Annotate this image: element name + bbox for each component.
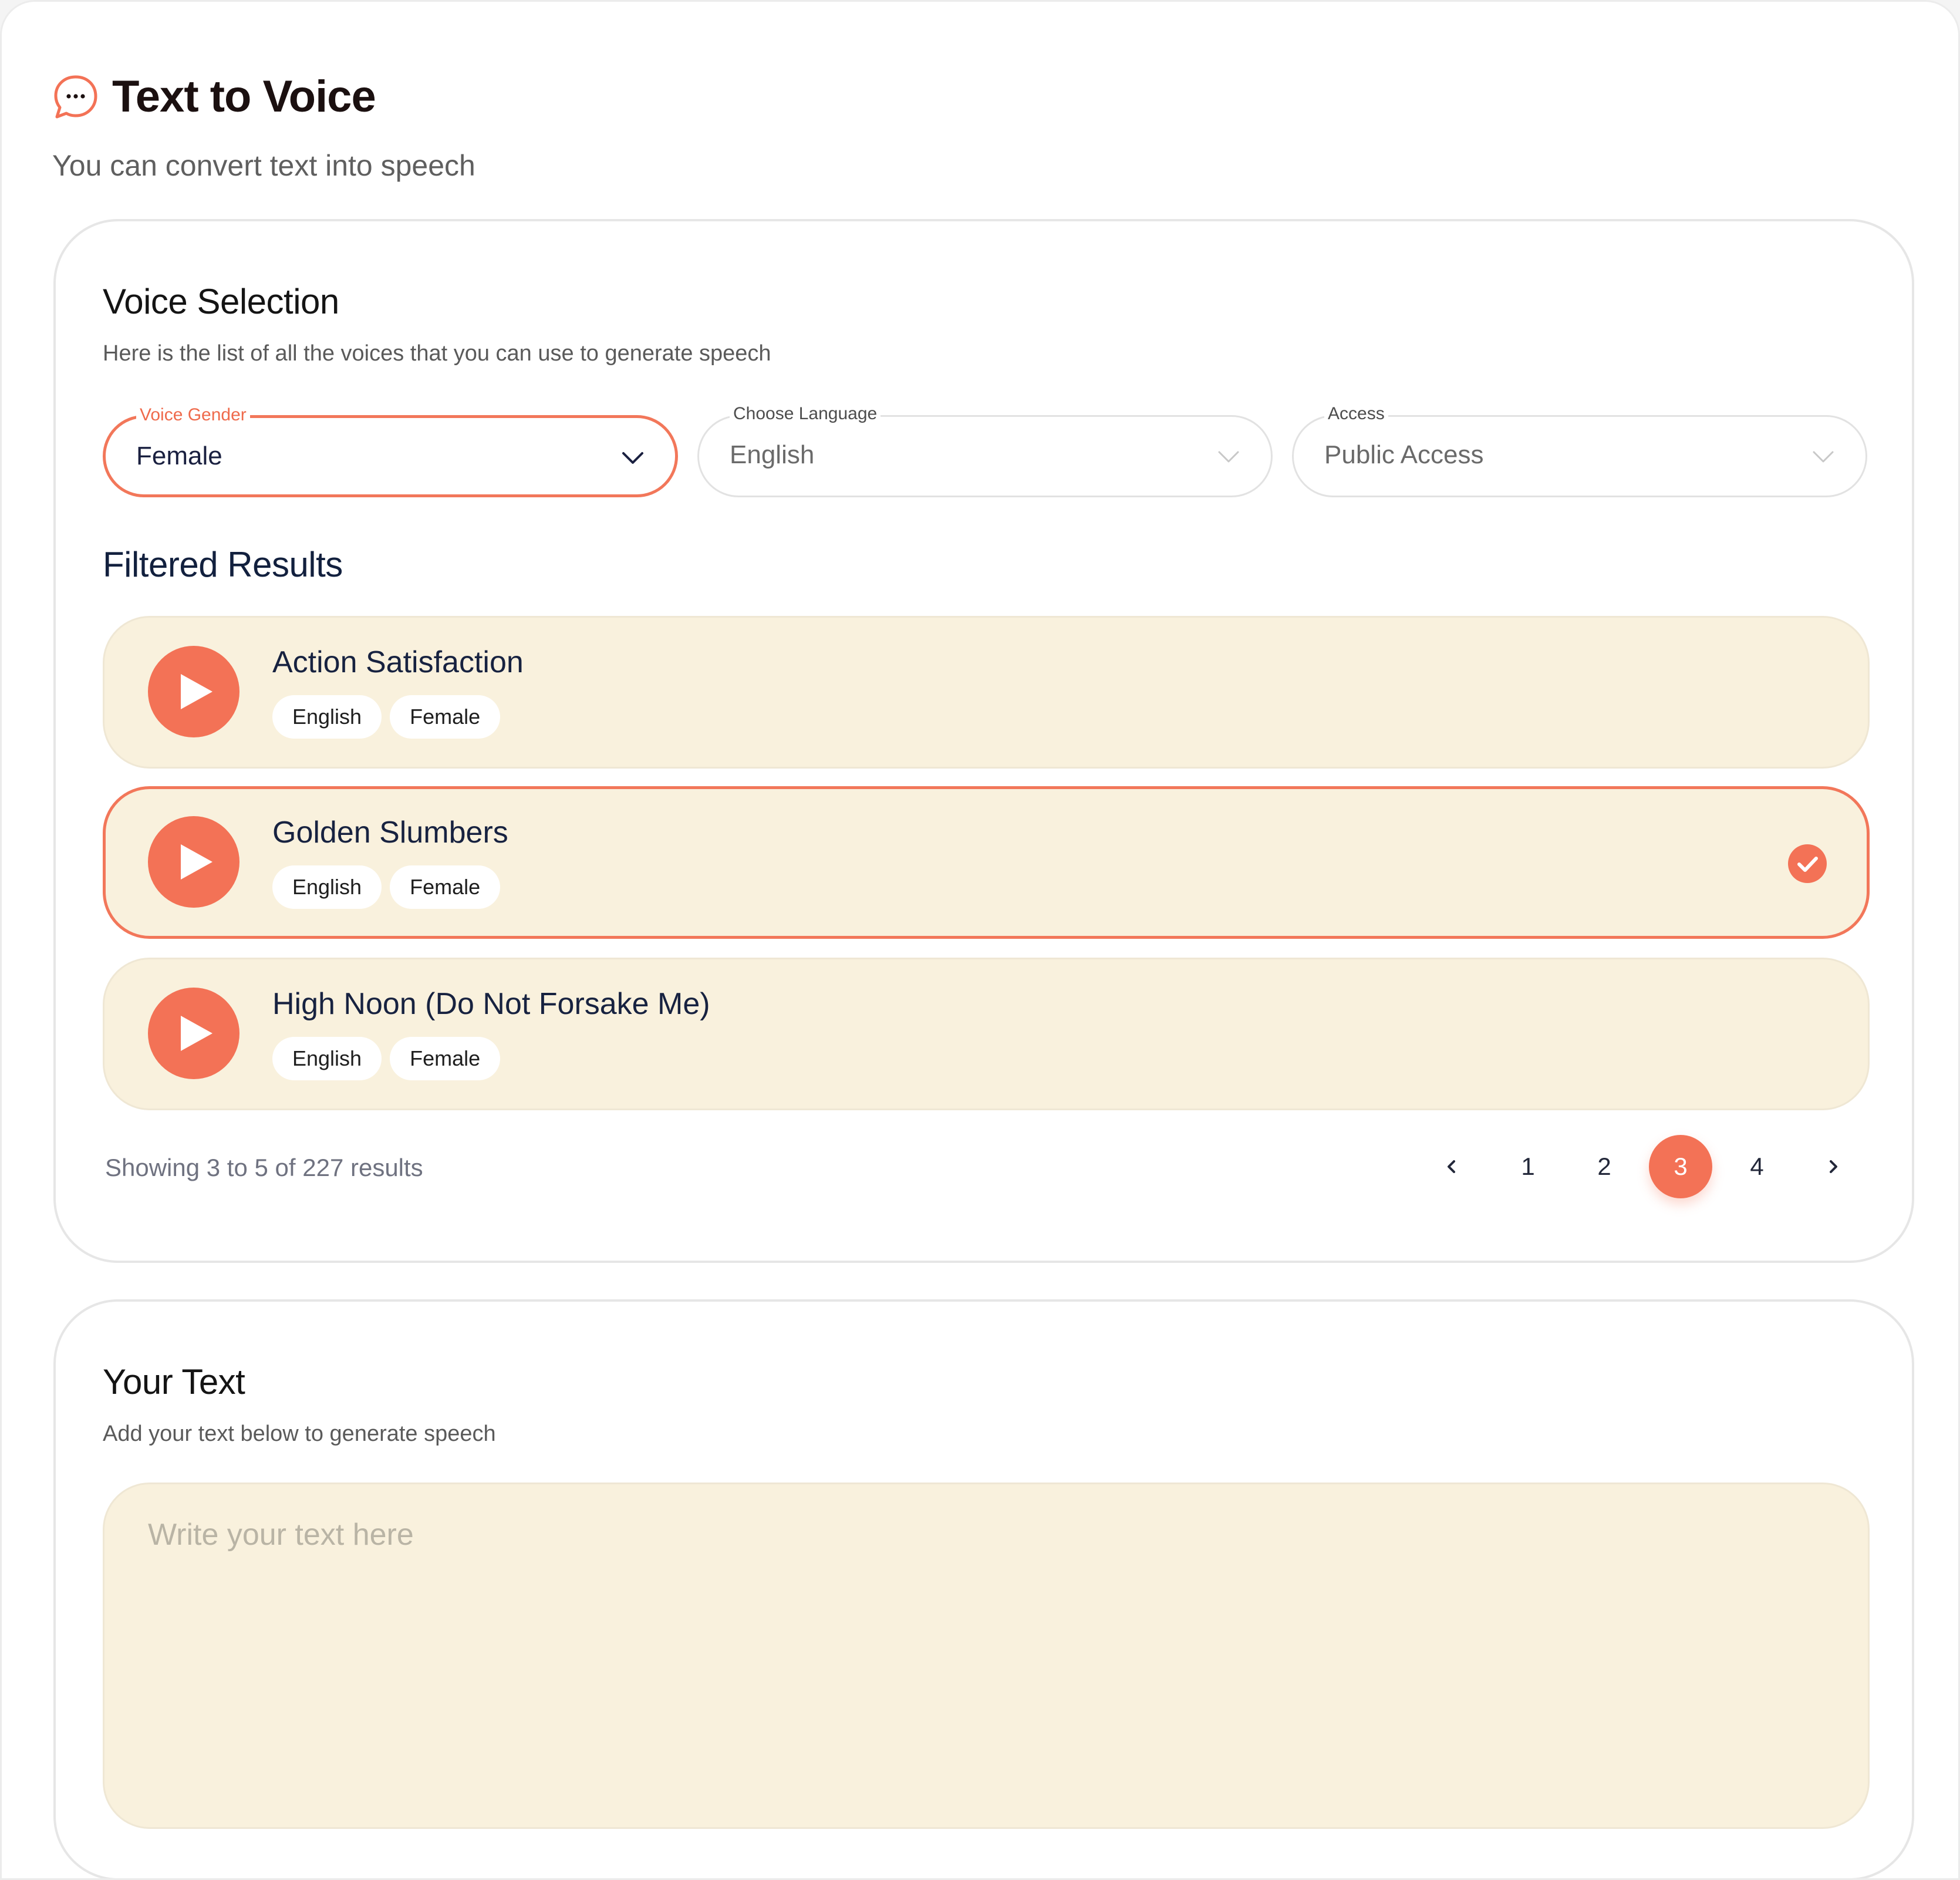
play-button[interactable] xyxy=(148,816,239,908)
language-label: Choose Language xyxy=(730,404,881,424)
your-text-title: Your Text xyxy=(103,1362,245,1401)
play-icon xyxy=(181,844,212,880)
voice-tags: English Female xyxy=(272,695,501,739)
voice-name: High Noon (Do Not Forsake Me) xyxy=(272,987,710,1021)
prev-page-button[interactable] xyxy=(1420,1135,1483,1198)
voice-name: Action Satisfaction xyxy=(272,645,524,679)
voice-gender-label: Voice Gender xyxy=(136,405,250,425)
language-tag: English xyxy=(272,865,382,909)
access-select[interactable]: Access Public Access xyxy=(1292,404,1867,497)
page-header: Text to Voice xyxy=(51,71,376,122)
page-button-4[interactable]: 4 xyxy=(1725,1135,1789,1198)
filtered-results-title: Filtered Results xyxy=(103,545,343,584)
voice-item-selected[interactable]: Golden Slumbers English Female xyxy=(103,786,1870,939)
voice-selection-card: Voice Selection Here is the list of all … xyxy=(53,219,1914,1263)
language-tag: English xyxy=(272,1037,382,1080)
voice-name: Golden Slumbers xyxy=(272,816,508,850)
play-button[interactable] xyxy=(148,646,239,737)
voice-item[interactable]: High Noon (Do Not Forsake Me) English Fe… xyxy=(103,958,1870,1110)
chevron-down-icon xyxy=(1813,451,1834,463)
gender-tag: Female xyxy=(390,695,501,739)
your-text-subtitle: Add your text below to generate speech xyxy=(103,1421,496,1446)
voice-gender-select[interactable]: Voice Gender Female xyxy=(103,405,678,497)
chevron-down-icon xyxy=(1218,451,1239,463)
voice-selection-title: Voice Selection xyxy=(103,282,339,321)
chevron-right-icon xyxy=(1830,1160,1837,1173)
play-icon xyxy=(181,674,212,709)
page-button-2[interactable]: 2 xyxy=(1573,1135,1636,1198)
page-button-1[interactable]: 1 xyxy=(1496,1135,1560,1198)
page-subtitle: You can convert text into speech xyxy=(52,149,475,182)
text-to-voice-page: Text to Voice You can convert text into … xyxy=(0,0,1960,1880)
your-text-card: Your Text Add your text below to generat… xyxy=(53,1299,1914,1878)
text-input-placeholder: Write your text here xyxy=(148,1518,414,1552)
language-tag: English xyxy=(272,695,382,739)
page-title: Text to Voice xyxy=(112,72,376,122)
play-icon xyxy=(181,1016,212,1051)
chat-bubble-icon xyxy=(54,75,97,118)
voice-gender-value: Female xyxy=(136,442,222,470)
gender-tag: Female xyxy=(390,1037,501,1080)
play-button[interactable] xyxy=(148,988,239,1079)
language-select[interactable]: Choose Language English xyxy=(697,404,1273,497)
pagination: 1 2 3 4 xyxy=(1420,1135,1865,1198)
gender-tag: Female xyxy=(390,865,501,909)
page-button-3-current[interactable]: 3 xyxy=(1649,1135,1712,1198)
language-value: English xyxy=(730,440,815,469)
chevron-down-icon xyxy=(622,452,643,464)
access-label: Access xyxy=(1324,404,1388,424)
results-count: Showing 3 to 5 of 227 results xyxy=(105,1154,423,1181)
voice-item[interactable]: Action Satisfaction English Female xyxy=(103,616,1870,769)
voice-tags: English Female xyxy=(272,865,501,909)
chevron-left-icon xyxy=(1448,1160,1455,1173)
voice-tags: English Female xyxy=(272,1037,501,1080)
access-value: Public Access xyxy=(1324,440,1484,469)
text-input[interactable]: Write your text here xyxy=(103,1483,1870,1829)
check-circle-icon xyxy=(1788,844,1827,883)
voice-selection-subtitle: Here is the list of all the voices that … xyxy=(103,341,771,366)
next-page-button[interactable] xyxy=(1802,1135,1865,1198)
